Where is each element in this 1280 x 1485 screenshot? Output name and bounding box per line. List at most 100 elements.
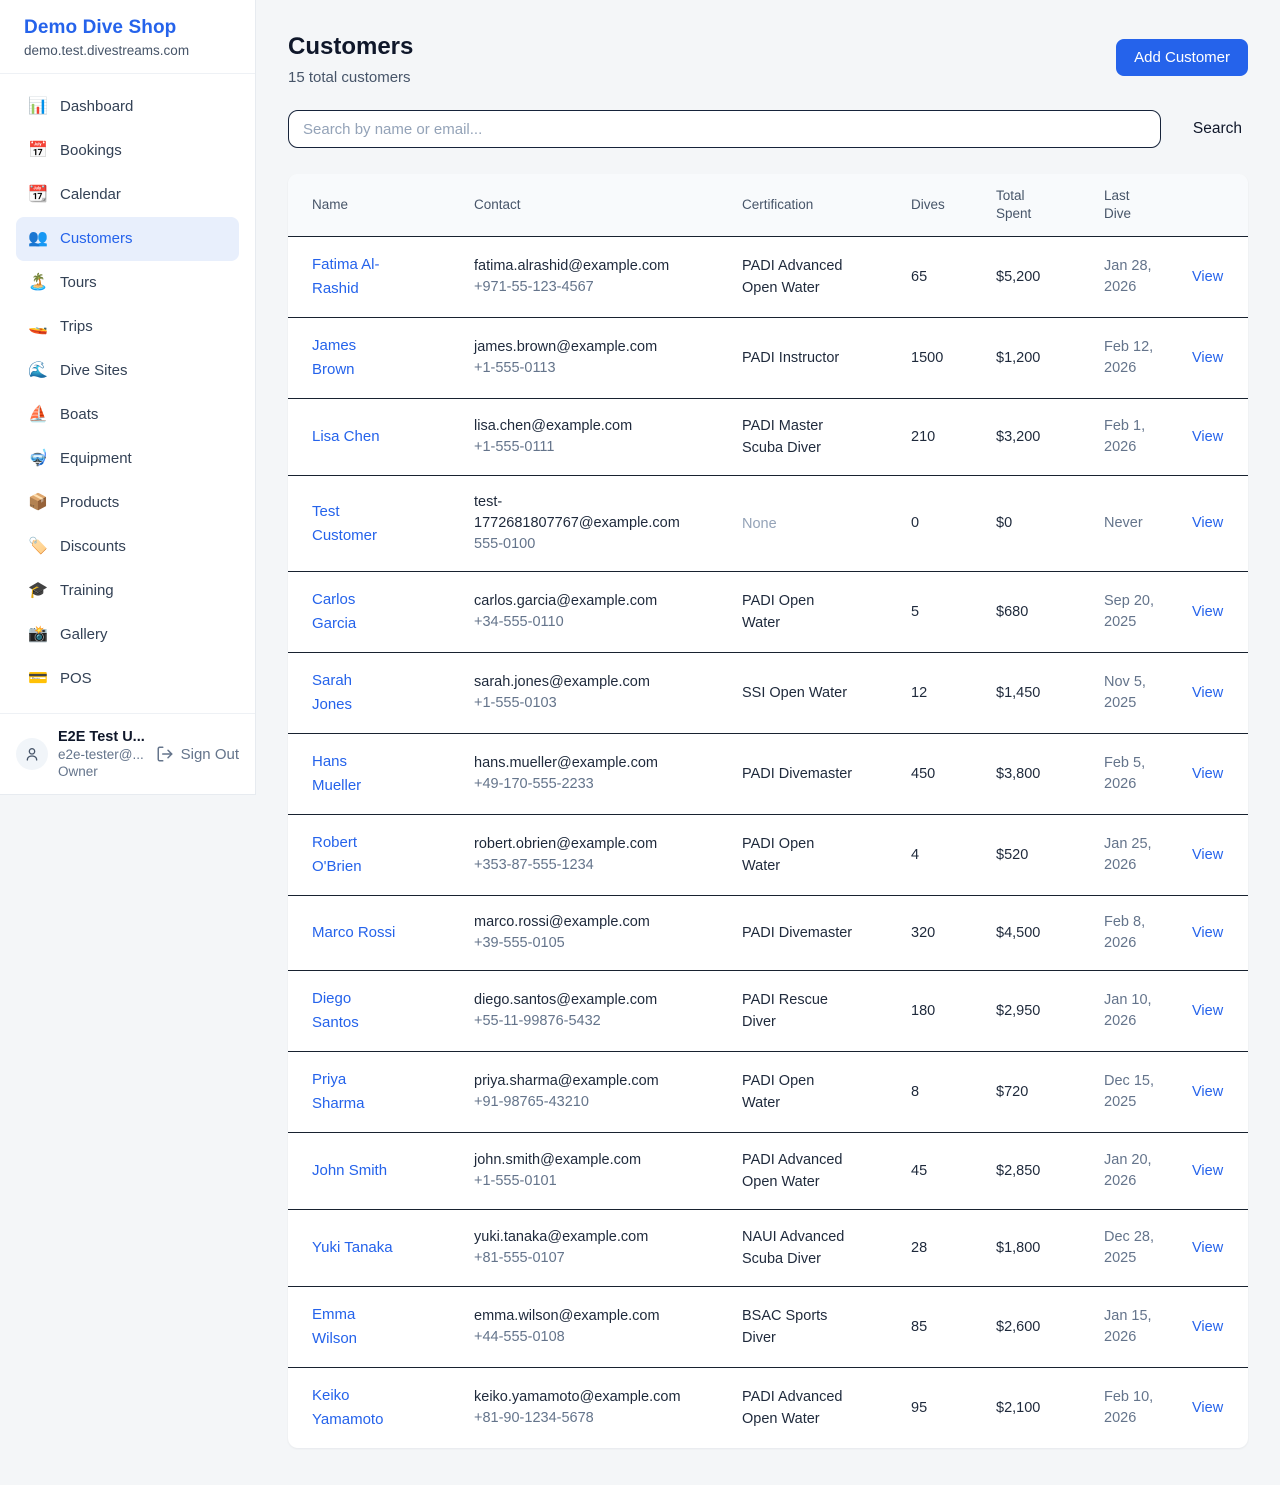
customer-certification: PADI Instructor <box>742 347 839 369</box>
customer-certification: PADI Divemaster <box>742 922 852 944</box>
customer-name-link[interactable]: Emma Wilson <box>312 1303 396 1351</box>
customer-phone: +81-90-1234-5678 <box>474 1408 710 1429</box>
view-customer-link[interactable]: View <box>1192 269 1223 285</box>
sidebar-item-products[interactable]: 📦 Products <box>16 481 239 525</box>
sidebar-item-training[interactable]: 🎓 Training <box>16 569 239 613</box>
sidebar-item-label: Dashboard <box>60 95 133 119</box>
sidebar-item-gallery[interactable]: 📸 Gallery <box>16 613 239 657</box>
customer-name-link[interactable]: Keiko Yamamoto <box>312 1384 396 1432</box>
sign-out-button[interactable]: Sign Out <box>156 745 239 763</box>
customer-phone: +81-555-0107 <box>474 1248 710 1269</box>
customer-email: marco.rossi@example.com <box>474 912 679 933</box>
sidebar-item-label: Gallery <box>60 623 108 647</box>
customer-email: priya.sharma@example.com <box>474 1071 679 1092</box>
sidebar-item-boats[interactable]: ⛵ Boats <box>16 393 239 437</box>
view-customer-link[interactable]: View <box>1192 1240 1223 1256</box>
avatar <box>16 738 48 770</box>
table-row: Yuki Tanaka yuki.tanaka@example.com +81-… <box>288 1210 1248 1287</box>
customer-certification: PADI Master Scuba Diver <box>742 415 854 459</box>
view-customer-link[interactable]: View <box>1192 1400 1223 1416</box>
customer-name-link[interactable]: John Smith <box>312 1159 387 1183</box>
sidebar-item-customers[interactable]: 👥 Customers <box>16 217 239 261</box>
customer-certification: None <box>742 513 777 535</box>
customer-last-dive: Jan 20, 2026 <box>1088 1133 1188 1210</box>
sidebar-item-bookings[interactable]: 📅 Bookings <box>16 129 239 173</box>
sidebar-item-dive-sites[interactable]: 🌊 Dive Sites <box>16 349 239 393</box>
table-row: Test Customer test-1772681807767@example… <box>288 476 1248 572</box>
customer-phone: +44-555-0108 <box>474 1327 710 1348</box>
calendar-date-icon: 📅 <box>28 139 48 163</box>
sidebar-item-label: Trips <box>60 315 93 339</box>
view-customer-link[interactable]: View <box>1192 1319 1223 1335</box>
view-customer-link[interactable]: View <box>1192 1003 1223 1019</box>
view-customer-link[interactable]: View <box>1192 847 1223 863</box>
sidebar-item-label: Bookings <box>60 139 122 163</box>
customer-email: test-1772681807767@example.com <box>474 492 679 534</box>
sidebar-item-equipment[interactable]: 🤿 Equipment <box>16 437 239 481</box>
customer-last-dive: Jan 25, 2026 <box>1088 815 1188 896</box>
customer-name-link[interactable]: Sarah Jones <box>312 669 396 717</box>
view-customer-link[interactable]: View <box>1192 429 1223 445</box>
customer-name-link[interactable]: Yuki Tanaka <box>312 1236 393 1260</box>
search-button[interactable]: Search <box>1187 120 1248 138</box>
customer-last-dive: Never <box>1088 476 1188 572</box>
sidebar-header: Demo Dive Shop demo.test.divestreams.com <box>0 0 255 74</box>
customer-certification: PADI Advanced Open Water <box>742 1149 854 1193</box>
customer-total-spent: $1,450 <box>980 653 1088 734</box>
customer-dives: 8 <box>895 1052 980 1133</box>
view-customer-link[interactable]: View <box>1192 515 1223 531</box>
customer-dives: 180 <box>895 971 980 1052</box>
customer-name-link[interactable]: James Brown <box>312 334 396 382</box>
user-meta: E2E Test U... e2e-tester@... Owner <box>58 728 146 780</box>
page-header: Customers 15 total customers Add Custome… <box>288 33 1248 86</box>
camera-flash-icon: 📸 <box>28 623 48 647</box>
customer-name-link[interactable]: Priya Sharma <box>312 1068 396 1116</box>
add-customer-button[interactable]: Add Customer <box>1116 39 1248 76</box>
customer-dives: 4 <box>895 815 980 896</box>
customer-total-spent: $3,800 <box>980 734 1088 815</box>
table-row: Carlos Garcia carlos.garcia@example.com … <box>288 572 1248 653</box>
view-customer-link[interactable]: View <box>1192 1163 1223 1179</box>
customer-name-link[interactable]: Diego Santos <box>312 987 396 1035</box>
view-customer-link[interactable]: View <box>1192 350 1223 366</box>
search-row: Search <box>288 110 1248 148</box>
wave-icon: 🌊 <box>28 359 48 383</box>
table-row: Diego Santos diego.santos@example.com +5… <box>288 971 1248 1052</box>
sidebar-item-tours[interactable]: 🏝️ Tours <box>16 261 239 305</box>
customer-last-dive: Feb 1, 2026 <box>1088 399 1188 476</box>
customer-name-link[interactable]: Test Customer <box>312 500 396 548</box>
customer-total-spent: $2,600 <box>980 1287 1088 1368</box>
customer-phone: 555-0100 <box>474 534 710 555</box>
sidebar-item-label: Discounts <box>60 535 126 559</box>
customer-total-spent: $5,200 <box>980 237 1088 318</box>
sidebar-item-trips[interactable]: 🚤 Trips <box>16 305 239 349</box>
sidebar-item-pos[interactable]: 💳 POS <box>16 657 239 701</box>
customer-phone: +39-555-0105 <box>474 933 710 954</box>
speedboat-icon: 🚤 <box>28 315 48 339</box>
search-input[interactable] <box>288 110 1161 148</box>
customer-name-link[interactable]: Lisa Chen <box>312 425 380 449</box>
sidebar-user-section: E2E Test U... e2e-tester@... Owner Sign … <box>0 713 255 794</box>
view-customer-link[interactable]: View <box>1192 604 1223 620</box>
customer-name-link[interactable]: Fatima Al-Rashid <box>312 253 396 301</box>
table-row: Lisa Chen lisa.chen@example.com +1-555-0… <box>288 399 1248 476</box>
people-icon: 👥 <box>28 227 48 251</box>
column-header-label: Last Dive <box>1104 187 1131 223</box>
column-header-label: Dives <box>911 197 945 212</box>
customer-last-dive: Dec 28, 2025 <box>1088 1210 1188 1287</box>
customer-name-link[interactable]: Robert O'Brien <box>312 831 396 879</box>
view-customer-link[interactable]: View <box>1192 925 1223 941</box>
sidebar-item-discounts[interactable]: 🏷️ Discounts <box>16 525 239 569</box>
view-customer-link[interactable]: View <box>1192 1084 1223 1100</box>
customer-phone: +55-11-99876-5432 <box>474 1011 710 1032</box>
customers-table: NameContactCertificationDivesTotal Spent… <box>288 174 1248 1448</box>
customer-name-link[interactable]: Carlos Garcia <box>312 588 396 636</box>
customer-name-link[interactable]: Hans Mueller <box>312 750 396 798</box>
view-customer-link[interactable]: View <box>1192 766 1223 782</box>
customer-name-link[interactable]: Marco Rossi <box>312 921 395 945</box>
sidebar-item-label: Customers <box>60 227 133 251</box>
view-customer-link[interactable]: View <box>1192 685 1223 701</box>
sidebar-item-calendar[interactable]: 📆 Calendar <box>16 173 239 217</box>
customer-last-dive: Jan 28, 2026 <box>1088 237 1188 318</box>
sidebar-item-dashboard[interactable]: 📊 Dashboard <box>16 85 239 129</box>
